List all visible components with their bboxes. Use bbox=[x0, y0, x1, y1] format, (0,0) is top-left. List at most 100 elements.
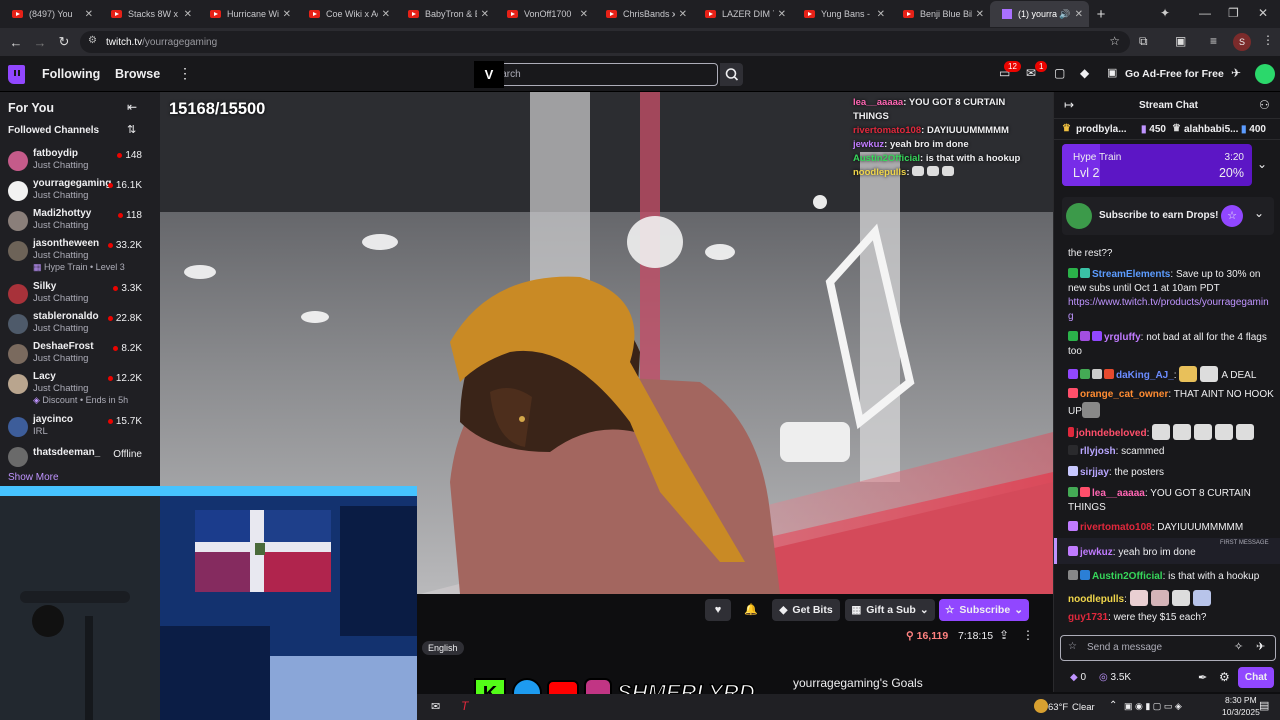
chat-link[interactable]: https://www.twitch.tv/products/yourrageg… bbox=[1068, 296, 1274, 323]
close-icon[interactable]: ✕ bbox=[184, 9, 192, 20]
sidebar-channel[interactable]: jaycinco IRL 15.7K bbox=[0, 413, 152, 443]
twitch-logo-icon[interactable] bbox=[8, 65, 25, 84]
more-options-icon[interactable]: ⋮ bbox=[1022, 628, 1034, 642]
chat-message: orange_cat_owner: THAT AINT NO HOOK UP bbox=[1068, 388, 1274, 418]
browser-tab[interactable]: LAZER DIM 70 ✕ bbox=[693, 1, 792, 27]
community-icon[interactable]: ⚇ bbox=[1259, 98, 1270, 112]
browser-tab[interactable]: (8497) You ✕ bbox=[0, 1, 99, 27]
forward-icon[interactable]: → bbox=[28, 35, 52, 50]
bits-icon[interactable]: ◆ bbox=[1080, 66, 1089, 80]
sidebar-channel[interactable]: fatboydip Just Chatting 148 bbox=[0, 147, 152, 177]
minimize-button[interactable]: — bbox=[1199, 6, 1211, 20]
go-ad-free-button[interactable]: Go Ad-Free for Free bbox=[1125, 68, 1224, 80]
notification-bell-button[interactable]: 🔔 bbox=[739, 599, 763, 621]
close-icon[interactable]: ✕ bbox=[877, 9, 885, 20]
notification-center-icon[interactable]: ▤ bbox=[1259, 699, 1269, 712]
extensions-icon[interactable]: ⧉ bbox=[1139, 34, 1148, 49]
close-icon[interactable]: ✕ bbox=[778, 9, 786, 20]
collapse-chat-icon[interactable]: ↦ bbox=[1064, 98, 1074, 112]
browser-tab[interactable]: ChrisBands x S ✕ bbox=[594, 1, 693, 27]
maximize-button[interactable]: ❐ bbox=[1228, 6, 1239, 20]
browser-tab[interactable]: Yung Bans - ✕ bbox=[792, 1, 891, 27]
star-button[interactable]: ☆ bbox=[1221, 205, 1243, 227]
close-icon[interactable]: ✕ bbox=[679, 9, 687, 20]
browser-tab[interactable]: Coe Wiki x Ad ✕ bbox=[297, 1, 396, 27]
channel-points[interactable]: ◎ 3.5K bbox=[1099, 672, 1131, 683]
sidebar-channel[interactable]: Madi2hottyy Just Chatting 118 bbox=[0, 207, 152, 237]
new-tab-button[interactable]: + bbox=[1089, 6, 1113, 23]
subscribe-button[interactable]: ☆ Subscribe ⌄ bbox=[939, 599, 1029, 621]
speaker-icon[interactable]: 🔊 bbox=[1059, 9, 1070, 20]
close-icon[interactable]: ✕ bbox=[580, 9, 588, 20]
user-avatar[interactable] bbox=[1255, 64, 1275, 84]
close-icon[interactable]: ✕ bbox=[481, 9, 489, 20]
window-close-button[interactable]: ✕ bbox=[1258, 6, 1268, 20]
browser-tab[interactable]: Hurricane Wis ✕ bbox=[198, 1, 297, 27]
get-bits-button[interactable]: ◆ Get Bits bbox=[772, 599, 840, 621]
clock-date[interactable]: 10/3/2025 bbox=[1222, 707, 1260, 717]
chat-settings-icon[interactable]: ⚙ bbox=[1219, 670, 1230, 684]
close-icon[interactable]: ✕ bbox=[85, 9, 93, 20]
prime-icon[interactable]: ✈ bbox=[1256, 640, 1265, 653]
prime-icon[interactable]: ✈ bbox=[1231, 66, 1241, 80]
close-icon[interactable]: ✕ bbox=[382, 9, 390, 20]
pin-icon[interactable]: ✒ bbox=[1198, 671, 1207, 684]
nav-browse[interactable]: Browse bbox=[115, 67, 160, 81]
address-bar[interactable]: ⚙ twitch.tv/yourragegaming ☆ bbox=[80, 31, 1130, 53]
nav-following[interactable]: Following bbox=[42, 67, 100, 81]
taskbar-app-icon[interactable]: ✉ bbox=[431, 700, 440, 713]
emote-picker-icon[interactable]: ✧ bbox=[1234, 640, 1243, 653]
back-icon[interactable]: ← bbox=[4, 35, 28, 50]
sidebar-channel[interactable]: Silky Just Chatting 3.3K bbox=[0, 280, 152, 310]
more-options-icon[interactable]: ⋮ bbox=[178, 65, 192, 82]
clock-time[interactable]: 8:30 PM bbox=[1225, 695, 1257, 705]
avatar bbox=[8, 241, 28, 261]
sidebar-channel[interactable]: Lacy Just Chatting ◈ Discount • Ends in 5h… bbox=[0, 370, 152, 410]
chat-bubble-icon[interactable]: ▢ bbox=[1054, 66, 1065, 80]
sort-icon[interactable]: ⇅ bbox=[127, 123, 136, 136]
downloads-icon[interactable]: ≡ bbox=[1210, 34, 1217, 48]
close-icon[interactable]: ✕ bbox=[976, 9, 984, 20]
show-more-link[interactable]: Show More bbox=[8, 472, 59, 483]
extension-logo-icon[interactable]: V bbox=[474, 61, 504, 88]
chat-send-button[interactable]: Chat bbox=[1238, 667, 1274, 688]
taskbar-app-icon[interactable]: T bbox=[461, 699, 468, 713]
browser-menu-icon[interactable]: ⋮ bbox=[1262, 33, 1274, 47]
sidebar-channel[interactable]: stableronaldo Just Chatting 22.8K bbox=[0, 310, 152, 340]
sidebar-channel[interactable]: jasontheween Just Chatting ▦ Hype Train • … bbox=[0, 237, 152, 277]
gift-sub-button[interactable]: ▦ Gift a Sub ⌄ bbox=[845, 599, 935, 621]
overlay-chat-line: Austin2Official: is that with a hookup bbox=[853, 153, 1021, 164]
close-icon[interactable]: ✕ bbox=[283, 9, 291, 20]
browser-tab[interactable]: Benji Blue Bills ✕ bbox=[891, 1, 990, 27]
reload-icon[interactable]: ↻ bbox=[52, 34, 76, 50]
tray-chevron-icon[interactable]: ⌃ bbox=[1109, 700, 1117, 711]
chevron-down-icon[interactable]: ⌄ bbox=[1257, 157, 1267, 171]
browser-tab[interactable]: BabyTron & Ba ✕ bbox=[396, 1, 495, 27]
chat-input[interactable]: ☆ Send a message ✧ ✈ bbox=[1060, 635, 1276, 661]
close-icon[interactable]: ✕ bbox=[1075, 9, 1083, 20]
sidebar-channel[interactable]: thatsdeeman_ Offline bbox=[0, 443, 152, 473]
site-info-icon[interactable]: ⚙ bbox=[88, 35, 97, 46]
search-button[interactable] bbox=[720, 63, 743, 86]
bits-balance[interactable]: ◆ 0 bbox=[1070, 672, 1086, 683]
browser-tab[interactable]: VonOff1700 ✕ bbox=[495, 1, 594, 27]
sidebar-channel[interactable]: yourragegaming Just Chatting 16.1K bbox=[0, 177, 152, 207]
browser-tab-active[interactable]: (1) yourrag🔊 ✕ bbox=[990, 1, 1089, 27]
bits-icon[interactable]: ☆ bbox=[1068, 641, 1077, 652]
tray-icons[interactable]: ▣ ◉ ▮ ▢ ▭ ◈ bbox=[1124, 701, 1182, 712]
sidebar-channel[interactable]: DeshaeFrost Just Chatting 8.2K bbox=[0, 340, 152, 370]
drops-banner[interactable]: Subscribe to earn Drops! ☆ ⌄ bbox=[1062, 197, 1274, 235]
sidebar-toggle-icon[interactable]: ▣ bbox=[1175, 34, 1186, 48]
browser-tab[interactable]: Stacks 8W x C ✕ bbox=[99, 1, 198, 27]
search-input[interactable]: Search bbox=[474, 63, 718, 86]
emote bbox=[1081, 401, 1100, 418]
follow-heart-button[interactable]: ♥ bbox=[705, 599, 731, 621]
chevron-down-icon[interactable]: ⌄ bbox=[1254, 206, 1264, 220]
sparkle-icon[interactable]: ✦ bbox=[1160, 6, 1170, 20]
profile-avatar[interactable]: S bbox=[1233, 33, 1251, 51]
bookmark-star-icon[interactable]: ☆ bbox=[1109, 34, 1120, 48]
language-tag[interactable]: English bbox=[422, 641, 464, 655]
hype-train-banner[interactable]: Hype Train Lvl 2 3:20 20% bbox=[1062, 144, 1252, 186]
share-icon[interactable]: ⇪ bbox=[999, 628, 1009, 642]
collapse-sidebar-icon[interactable]: ⇤ bbox=[127, 100, 137, 114]
